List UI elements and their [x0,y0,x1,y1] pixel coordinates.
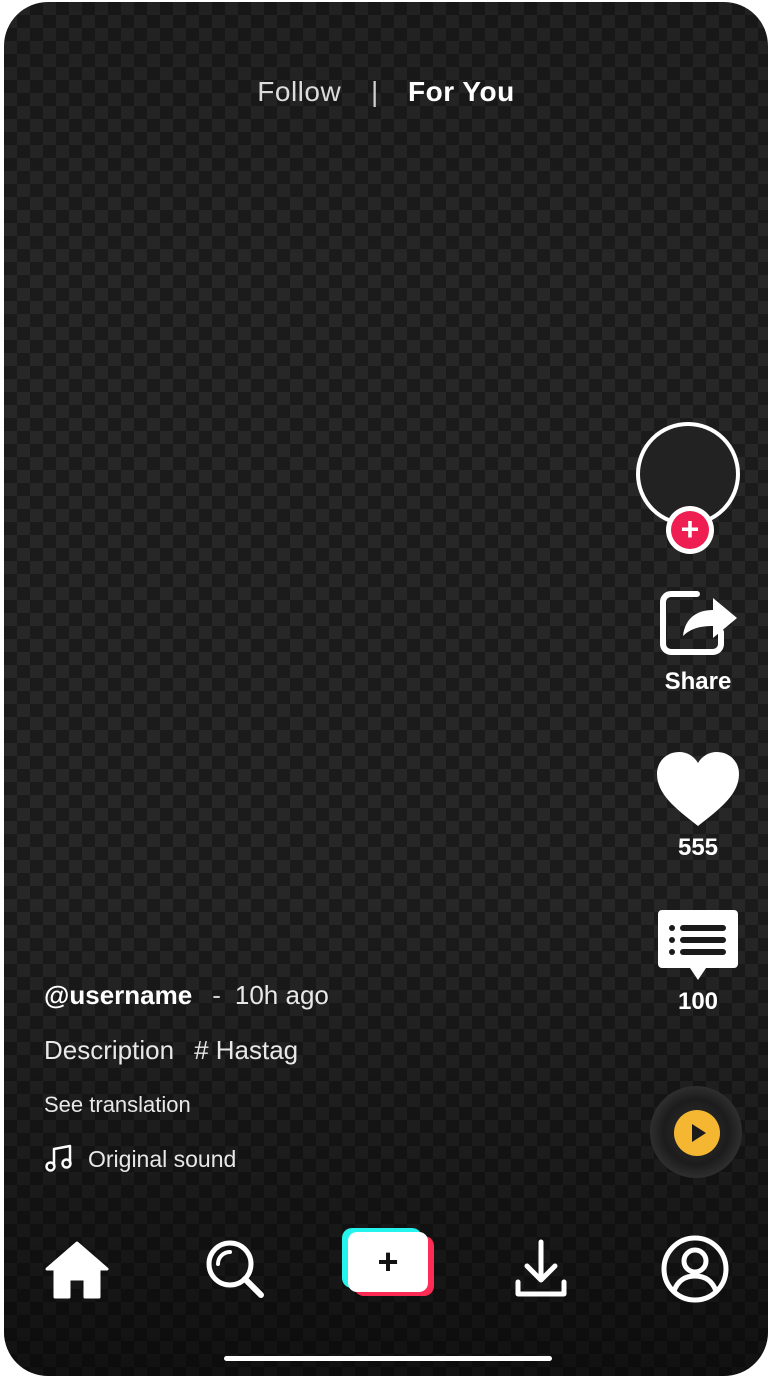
music-disc-button[interactable] [650,1086,742,1178]
post-time: 10h ago [234,980,329,1010]
video-info: @username -10h ago Description # Hastag Se… [44,980,329,1174]
follow-button[interactable]: + [666,506,714,554]
tab-for-you[interactable]: For You [408,76,515,107]
like-button[interactable]: 555 [628,750,768,862]
comment-icon [658,910,738,980]
share-button[interactable]: Share [628,586,768,696]
comment-button[interactable]: 100 [628,908,768,1016]
nav-home[interactable] [32,1224,122,1314]
profile-icon [661,1235,729,1303]
side-actions: + Share 555 100 [628,2,768,1376]
share-icon [660,591,737,655]
like-count: 555 [677,834,719,861]
follow-plus-icon: + [671,511,709,549]
video-feed-screen[interactable]: Follow | For You + Share 555 100 @userna… [4,2,768,1376]
description-line: Description # Hastag [44,1035,329,1066]
nav-download[interactable] [496,1224,586,1314]
share-label: Share [664,668,732,695]
separator-dash: - [212,980,221,1010]
username-link[interactable]: @username [44,980,192,1010]
see-translation-link[interactable]: See translation [44,1092,329,1118]
home-indicator[interactable] [224,1356,552,1361]
create-plus-icon: + [348,1232,428,1292]
author-line: @username -10h ago [44,980,329,1011]
description-text: Description [44,1035,175,1065]
nav-profile[interactable] [650,1224,740,1314]
sound-link[interactable]: Original sound [44,1144,329,1174]
play-icon [674,1110,720,1156]
create-button[interactable]: + [342,1228,434,1296]
search-icon [206,1240,264,1298]
tab-follow[interactable]: Follow [257,76,341,107]
tab-separator: | [370,76,379,107]
heart-icon [657,752,739,826]
comment-count: 100 [677,988,719,1015]
download-icon [515,1239,567,1297]
sound-name: Original sound [88,1145,237,1172]
home-icon [45,1241,109,1299]
music-note-icon [45,1144,72,1172]
nav-search[interactable] [190,1224,280,1314]
hashtag-link[interactable]: # Hastag [194,1035,298,1065]
